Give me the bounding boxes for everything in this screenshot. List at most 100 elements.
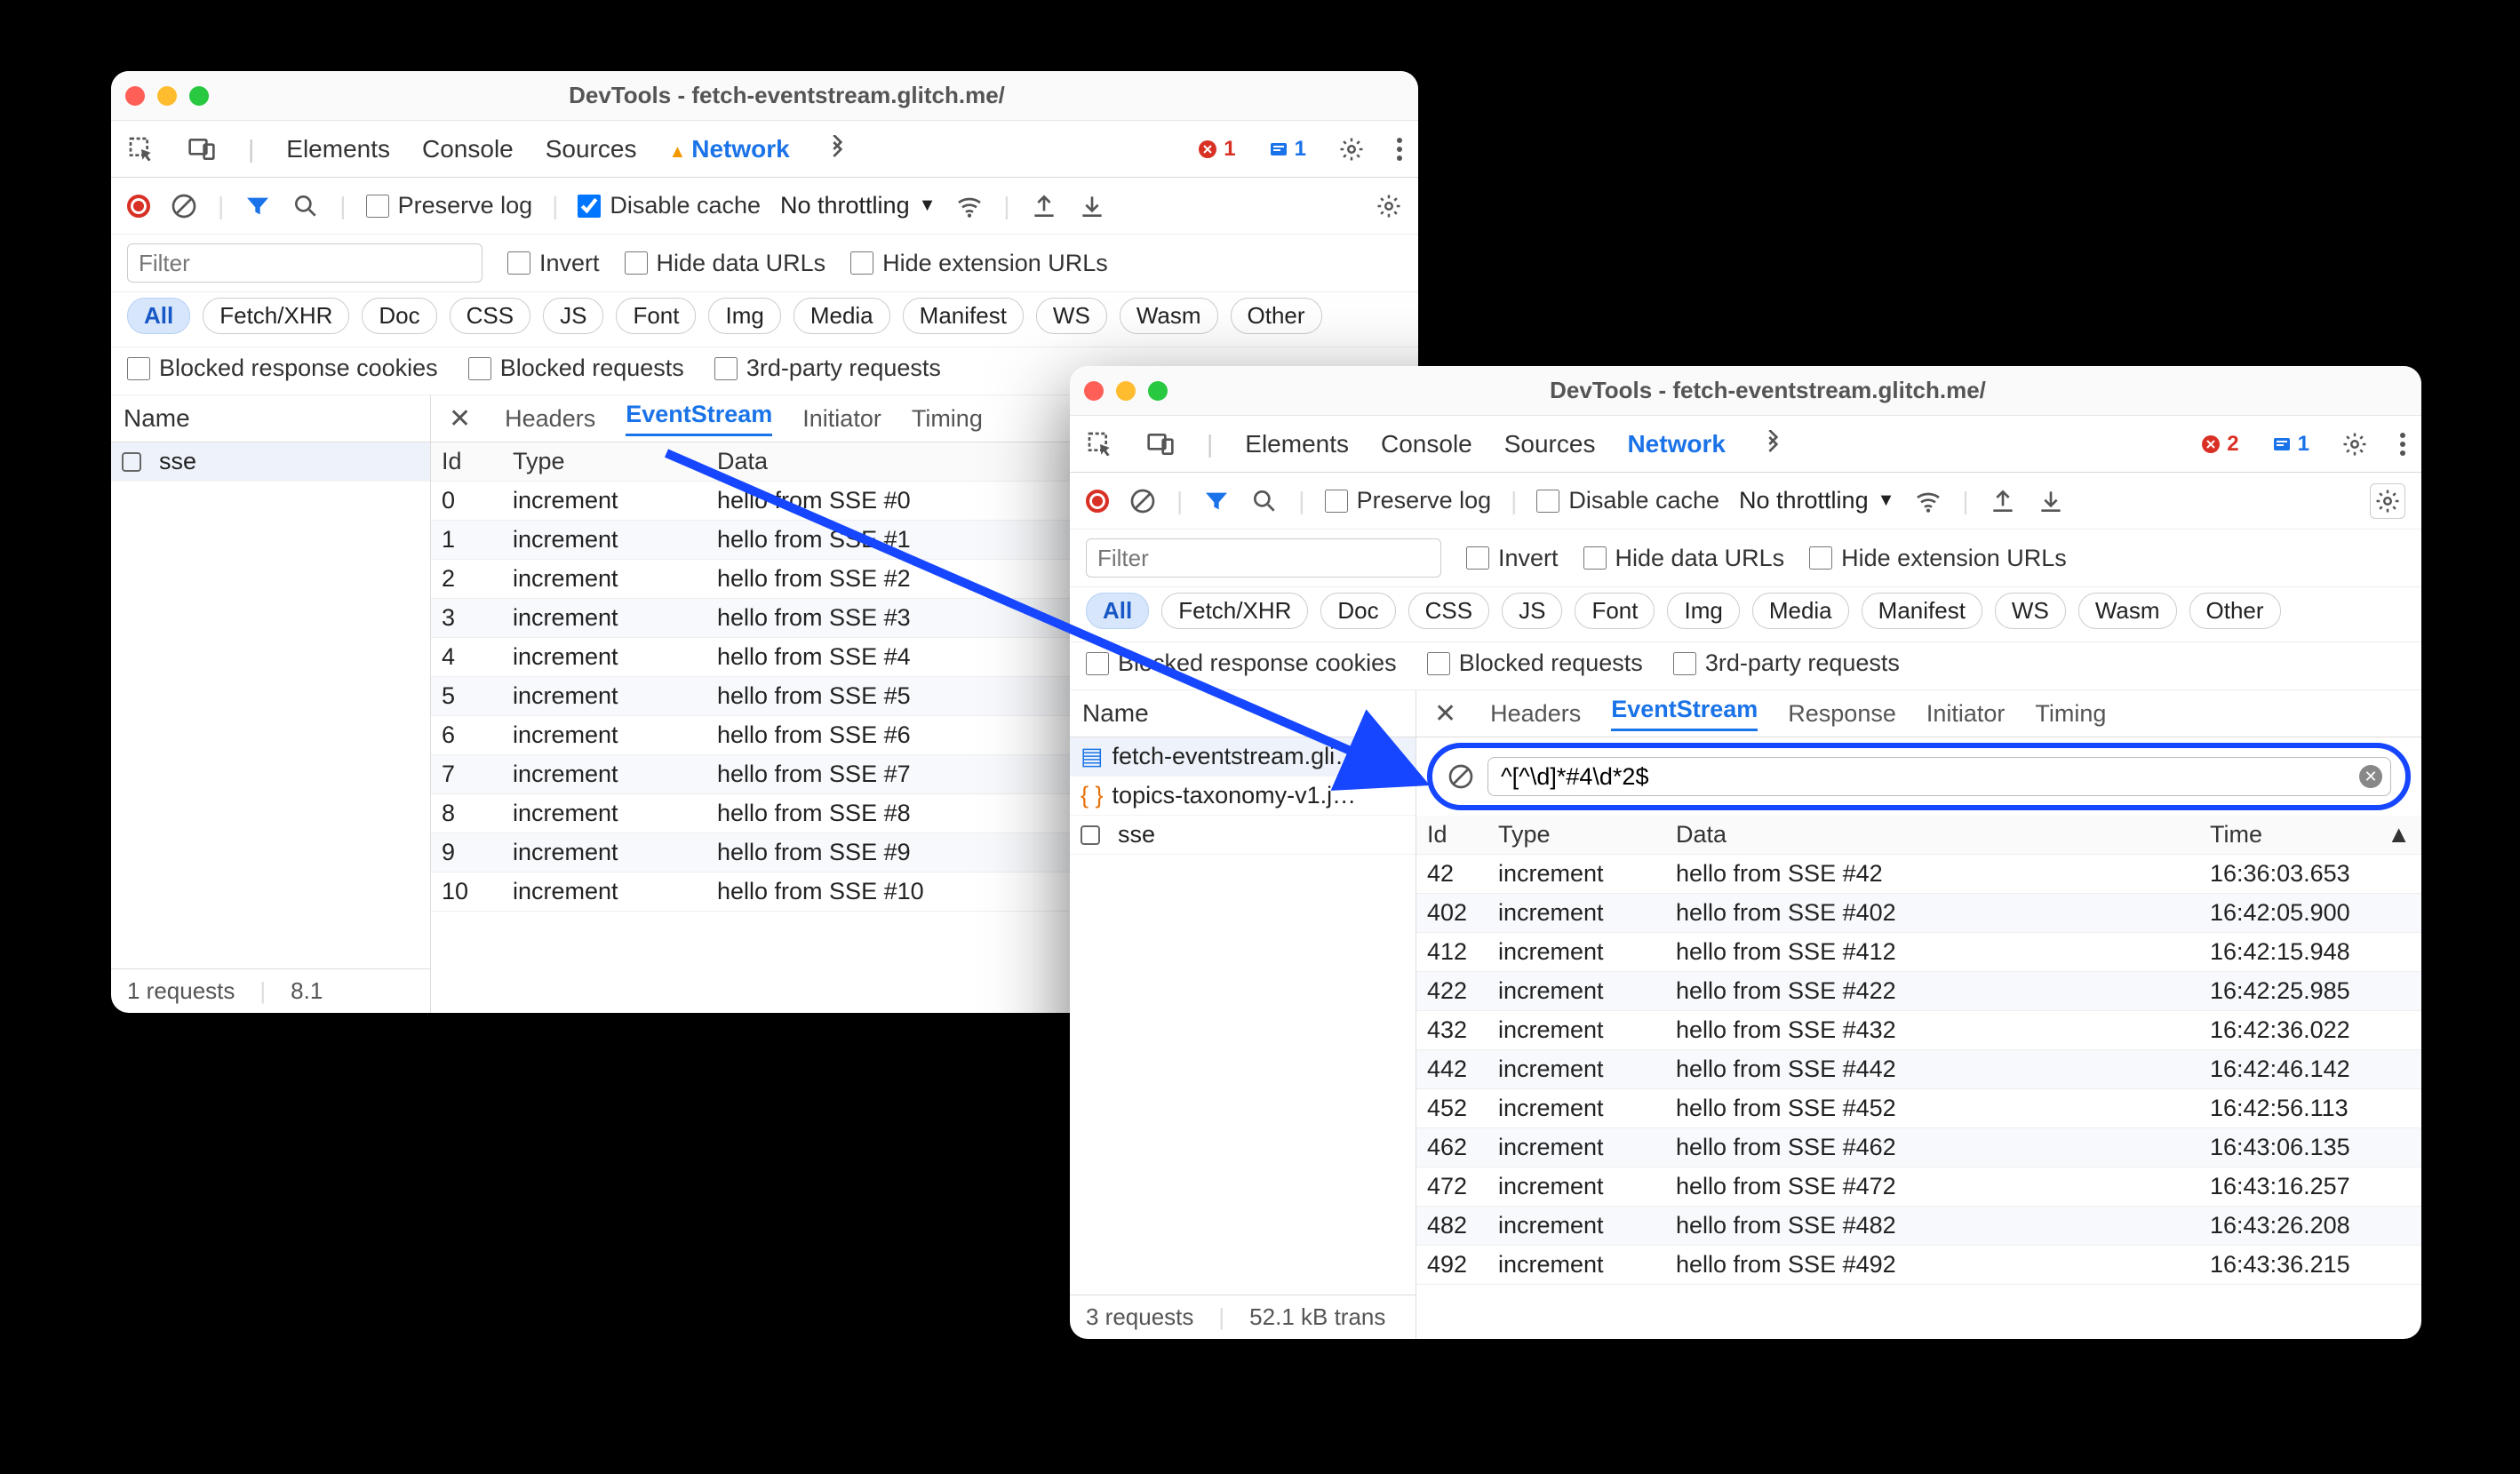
wifi-icon[interactable] bbox=[955, 192, 984, 220]
hide-data-urls-checkbox[interactable]: Hide data URLs bbox=[625, 250, 826, 277]
table-row[interactable]: 472incrementhello from SSE #47216:43:16.… bbox=[1416, 1167, 2421, 1207]
panel-settings-icon[interactable] bbox=[2370, 483, 2405, 519]
minimize-icon[interactable] bbox=[157, 86, 177, 106]
table-row[interactable]: 402incrementhello from SSE #40216:42:05.… bbox=[1416, 894, 2421, 933]
close-pane-icon[interactable]: ✕ bbox=[1434, 698, 1456, 729]
clear-input-icon[interactable]: ✕ bbox=[2359, 765, 2382, 788]
type-chip[interactable]: Img bbox=[708, 298, 780, 334]
table-row[interactable]: 442incrementhello from SSE #44216:42:46.… bbox=[1416, 1050, 2421, 1089]
subtab-initiator[interactable]: Initiator bbox=[1926, 700, 2006, 728]
type-chip[interactable]: Other bbox=[1231, 298, 1322, 334]
more-tabs-icon[interactable] bbox=[822, 135, 850, 163]
subtab-headers[interactable]: Headers bbox=[505, 405, 595, 433]
search-icon[interactable] bbox=[291, 192, 320, 220]
upload-icon[interactable] bbox=[1989, 487, 2017, 515]
type-chip[interactable]: WS bbox=[1036, 298, 1107, 334]
tab-sources[interactable]: Sources bbox=[1504, 430, 1596, 458]
maximize-icon[interactable] bbox=[1148, 381, 1168, 401]
type-chip[interactable]: Manifest bbox=[1862, 593, 1982, 629]
error-badge[interactable]: 2 bbox=[2200, 432, 2238, 457]
preserve-log-checkbox[interactable]: Preserve log bbox=[1325, 487, 1492, 514]
request-row[interactable]: sse bbox=[1070, 816, 1416, 855]
type-chip[interactable]: JS bbox=[1502, 593, 1562, 629]
maximize-icon[interactable] bbox=[189, 86, 209, 106]
download-icon[interactable] bbox=[2037, 487, 2065, 515]
disable-cache-checkbox[interactable]: Disable cache bbox=[1536, 487, 1719, 514]
hide-extension-urls-checkbox[interactable]: Hide extension URLs bbox=[850, 250, 1108, 277]
tab-console[interactable]: Console bbox=[422, 135, 514, 163]
third-party-checkbox[interactable]: 3rd-party requests bbox=[714, 355, 941, 382]
table-row[interactable]: 482incrementhello from SSE #48216:43:26.… bbox=[1416, 1207, 2421, 1246]
throttling-select[interactable]: No throttling ▼ bbox=[780, 192, 936, 219]
clear-icon[interactable] bbox=[1128, 487, 1157, 515]
upload-icon[interactable] bbox=[1030, 192, 1058, 220]
table-row[interactable]: 462incrementhello from SSE #46216:43:06.… bbox=[1416, 1128, 2421, 1167]
subtab-initiator[interactable]: Initiator bbox=[802, 405, 881, 433]
type-chip[interactable]: JS bbox=[543, 298, 603, 334]
filter-input[interactable] bbox=[1086, 538, 1441, 578]
hide-data-urls-checkbox[interactable]: Hide data URLs bbox=[1583, 545, 1785, 572]
hide-extension-urls-checkbox[interactable]: Hide extension URLs bbox=[1809, 545, 2067, 572]
type-chip[interactable]: Media bbox=[1752, 593, 1849, 629]
clear-icon[interactable] bbox=[170, 192, 198, 220]
type-chip[interactable]: Doc bbox=[362, 298, 436, 334]
tab-console[interactable]: Console bbox=[1381, 430, 1472, 458]
table-row[interactable]: 432incrementhello from SSE #43216:42:36.… bbox=[1416, 1011, 2421, 1050]
table-row[interactable]: 492incrementhello from SSE #49216:43:36.… bbox=[1416, 1246, 2421, 1285]
tab-network[interactable]: Network bbox=[1627, 430, 1725, 458]
third-party-checkbox[interactable]: 3rd-party requests bbox=[1673, 649, 1900, 677]
device-icon[interactable] bbox=[1146, 430, 1175, 458]
kebab-icon[interactable] bbox=[2400, 433, 2405, 456]
wifi-icon[interactable] bbox=[1914, 487, 1942, 515]
record-button[interactable] bbox=[127, 195, 150, 218]
request-row[interactable]: { }topics-taxonomy-v1.j… bbox=[1070, 777, 1416, 816]
type-chip[interactable]: Fetch/XHR bbox=[203, 298, 349, 334]
more-tabs-icon[interactable] bbox=[1758, 430, 1786, 458]
type-chip[interactable]: Doc bbox=[1320, 593, 1395, 629]
error-badge[interactable]: 1 bbox=[1197, 137, 1235, 162]
device-icon[interactable] bbox=[187, 135, 216, 163]
tab-network[interactable]: Network bbox=[668, 135, 789, 163]
subtab-response[interactable]: Response bbox=[1788, 700, 1896, 728]
type-chip[interactable]: Media bbox=[793, 298, 890, 334]
blocked-requests-checkbox[interactable]: Blocked requests bbox=[468, 355, 684, 382]
invert-checkbox[interactable]: Invert bbox=[1466, 545, 1559, 572]
clear-events-icon[interactable] bbox=[1447, 762, 1475, 791]
record-button[interactable] bbox=[1086, 490, 1109, 513]
panel-settings-icon[interactable] bbox=[1376, 193, 1402, 219]
filter-toggle-icon[interactable] bbox=[1202, 487, 1231, 515]
type-chip[interactable]: Manifest bbox=[903, 298, 1024, 334]
close-icon[interactable] bbox=[125, 86, 145, 106]
request-row[interactable]: sse bbox=[111, 442, 430, 482]
invert-checkbox[interactable]: Invert bbox=[507, 250, 600, 277]
blocked-cookies-checkbox[interactable]: Blocked response cookies bbox=[1086, 649, 1397, 677]
type-chip[interactable]: Font bbox=[616, 298, 696, 334]
subtab-eventstream[interactable]: EventStream bbox=[626, 401, 772, 436]
eventstream-regex-input[interactable] bbox=[1487, 757, 2391, 796]
blocked-requests-checkbox[interactable]: Blocked requests bbox=[1427, 649, 1643, 677]
minimize-icon[interactable] bbox=[1116, 381, 1136, 401]
type-chip[interactable]: Font bbox=[1575, 593, 1655, 629]
tab-sources[interactable]: Sources bbox=[546, 135, 637, 163]
request-row[interactable]: ▤fetch-eventstream.gli… bbox=[1070, 737, 1416, 777]
kebab-icon[interactable] bbox=[1397, 138, 1402, 161]
info-badge[interactable]: 1 bbox=[1268, 137, 1306, 162]
subtab-headers[interactable]: Headers bbox=[1490, 700, 1581, 728]
table-row[interactable]: 42incrementhello from SSE #4216:36:03.65… bbox=[1416, 855, 2421, 894]
filter-input[interactable] bbox=[127, 243, 482, 283]
type-chip[interactable]: CSS bbox=[450, 298, 530, 334]
inspect-icon[interactable] bbox=[1086, 430, 1114, 458]
download-icon[interactable] bbox=[1078, 192, 1106, 220]
close-icon[interactable] bbox=[1084, 381, 1104, 401]
type-chip[interactable]: CSS bbox=[1408, 593, 1489, 629]
throttling-select[interactable]: No throttling ▼ bbox=[1739, 487, 1894, 514]
close-pane-icon[interactable]: ✕ bbox=[449, 403, 471, 434]
settings-icon[interactable] bbox=[1338, 136, 1365, 163]
type-chip[interactable]: Wasm bbox=[2078, 593, 2177, 629]
subtab-timing[interactable]: Timing bbox=[2035, 700, 2106, 728]
type-chip[interactable]: All bbox=[127, 298, 190, 334]
type-chip[interactable]: Fetch/XHR bbox=[1161, 593, 1308, 629]
preserve-log-checkbox[interactable]: Preserve log bbox=[366, 192, 533, 219]
filter-toggle-icon[interactable] bbox=[243, 192, 272, 220]
tab-elements[interactable]: Elements bbox=[1245, 430, 1349, 458]
